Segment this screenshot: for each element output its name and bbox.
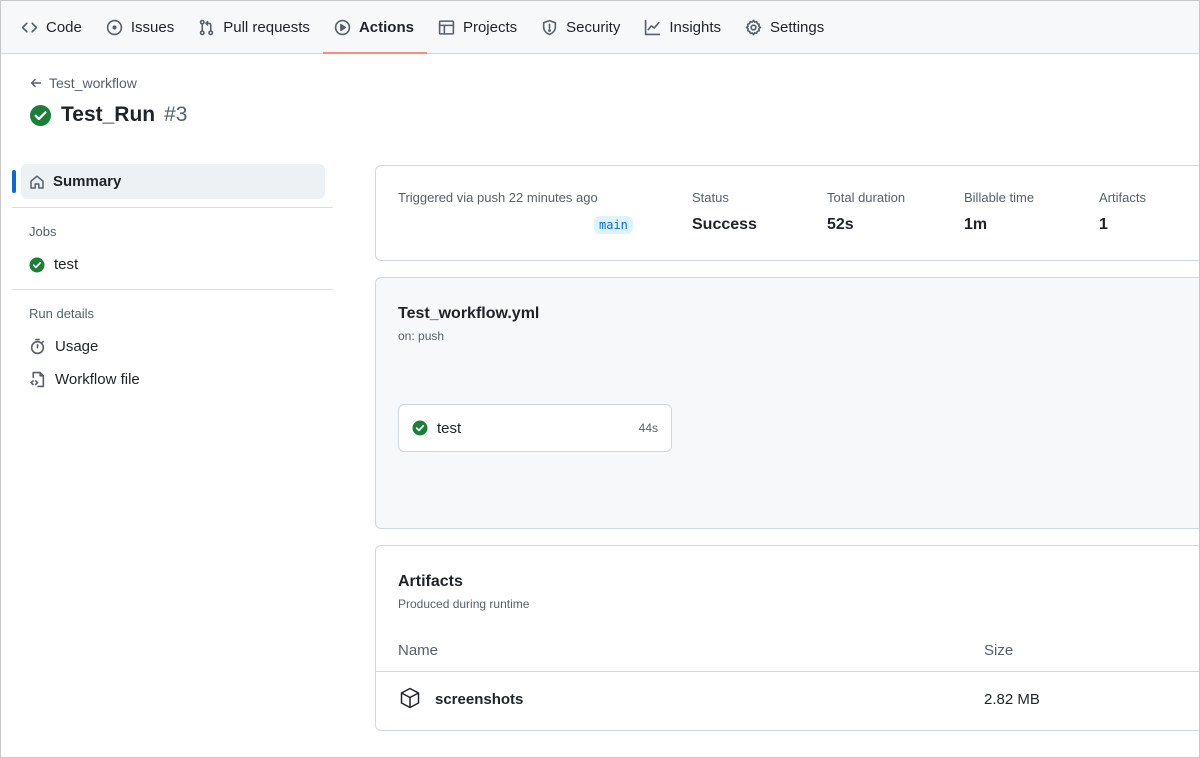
duration-value: 52s xyxy=(827,216,854,233)
sidebar-item-job-test[interactable]: test xyxy=(12,248,333,281)
tab-label: Code xyxy=(46,18,82,36)
play-icon xyxy=(334,19,351,35)
shield-icon xyxy=(543,19,557,35)
status-value: Success xyxy=(692,216,757,233)
artifacts-count-link[interactable]: 1 xyxy=(1099,216,1146,234)
tab-label: Settings xyxy=(770,18,825,36)
trigger-info: Triggered via push 22 minutes ago xyxy=(398,190,598,205)
artifacts-table-header: Name Size xyxy=(376,634,1199,672)
artifacts-panel: Artifacts Produced during runtime Name S… xyxy=(375,545,1199,731)
sidebar-item-summary[interactable]: Summary xyxy=(12,164,325,199)
table-icon xyxy=(438,19,455,35)
billable-value: 1m xyxy=(964,216,988,233)
billable-label: Billable time xyxy=(964,190,1035,205)
jobs-heading: Jobs xyxy=(29,224,57,239)
gear-icon xyxy=(745,19,762,35)
status-stat: Status Success xyxy=(692,190,757,234)
duration-stat: Total duration 52s xyxy=(827,190,905,234)
tab-label: Security xyxy=(566,18,621,36)
duration-label: Total duration xyxy=(827,190,906,205)
repo-nav: Code Issues Pull requests Actions Projec… xyxy=(1,1,1199,54)
sidebar-item-workflow-file[interactable]: Workflow file xyxy=(12,363,333,396)
artifacts-title: Artifacts xyxy=(398,573,463,590)
sidebar-divider xyxy=(12,207,333,208)
tab-pull-requests[interactable]: Pull requests xyxy=(187,1,323,53)
tab-actions[interactable]: Actions xyxy=(322,1,427,54)
sidebar: Summary Jobs test Run details Usage Work… xyxy=(12,164,333,396)
tab-label: Issues xyxy=(130,18,175,36)
trigger-label: Triggered via push 22 minutes ago xyxy=(398,190,598,205)
job-duration: 44s xyxy=(638,421,658,435)
page-title: Test_Run #3 xyxy=(29,103,187,127)
tab-label: Pull requests xyxy=(223,18,310,36)
artifacts-subtitle: Produced during runtime xyxy=(398,597,530,611)
back-to-workflow-link[interactable]: Test_workflow xyxy=(29,75,137,91)
run-summary-panel: Triggered via push 22 minutes ago main S… xyxy=(375,165,1199,261)
tab-insights[interactable]: Insights xyxy=(633,1,734,53)
pull-request-icon xyxy=(199,19,214,35)
status-label: Status xyxy=(692,190,729,205)
workflow-trigger: on: push xyxy=(398,329,445,343)
job-name: test xyxy=(437,419,462,437)
sidebar-item-usage[interactable]: Usage xyxy=(12,330,333,363)
tab-code[interactable]: Code xyxy=(10,1,95,53)
tab-label: Insights xyxy=(669,18,722,36)
table-row: screenshots 2.82 MB xyxy=(376,673,1199,730)
sidebar-item-label: test xyxy=(54,256,79,273)
graph-icon xyxy=(645,19,661,35)
run-details-heading: Run details xyxy=(29,306,95,321)
artifacts-label: Artifacts xyxy=(1099,190,1146,205)
code-icon xyxy=(21,21,38,33)
billable-stat: Billable time 1m xyxy=(964,190,1034,234)
artifact-size: 2.82 MB xyxy=(984,691,1040,708)
package-icon xyxy=(400,687,420,709)
column-header-size: Size xyxy=(984,642,1014,659)
tab-settings[interactable]: Settings xyxy=(734,1,837,53)
tab-label: Actions xyxy=(358,18,414,36)
run-name: Test_Run xyxy=(61,103,156,126)
sidebar-divider xyxy=(12,289,333,290)
tab-issues[interactable]: Issues xyxy=(95,1,187,53)
check-circle-icon xyxy=(29,104,52,126)
arrow-left-icon xyxy=(30,78,42,88)
check-circle-icon xyxy=(412,420,428,436)
file-code-icon xyxy=(30,371,45,388)
run-number: #3 xyxy=(164,103,188,126)
job-card-test[interactable]: test 44s xyxy=(398,404,672,452)
tab-label: Projects xyxy=(462,18,518,36)
sidebar-item-label: Summary xyxy=(53,173,122,190)
issue-icon xyxy=(106,19,123,35)
sidebar-item-label: Usage xyxy=(55,338,99,355)
branch-badge[interactable]: main xyxy=(594,216,633,234)
app-window: Code Issues Pull requests Actions Projec… xyxy=(0,0,1200,758)
artifact-name-link[interactable]: screenshots xyxy=(435,691,523,708)
home-icon xyxy=(30,174,44,189)
sidebar-item-label: Workflow file xyxy=(55,371,140,388)
back-link-label: Test_workflow xyxy=(49,75,137,91)
workflow-file-name: Test_workflow.yml xyxy=(398,305,540,322)
tab-security[interactable]: Security xyxy=(530,1,633,53)
stopwatch-icon xyxy=(30,338,45,355)
tab-projects[interactable]: Projects xyxy=(427,1,530,53)
column-header-name: Name xyxy=(398,642,439,659)
check-circle-icon xyxy=(29,257,45,272)
artifacts-stat: Artifacts 1 xyxy=(1099,190,1146,234)
workflow-graph-panel: Test_workflow.yml on: push test 44s xyxy=(375,277,1199,529)
